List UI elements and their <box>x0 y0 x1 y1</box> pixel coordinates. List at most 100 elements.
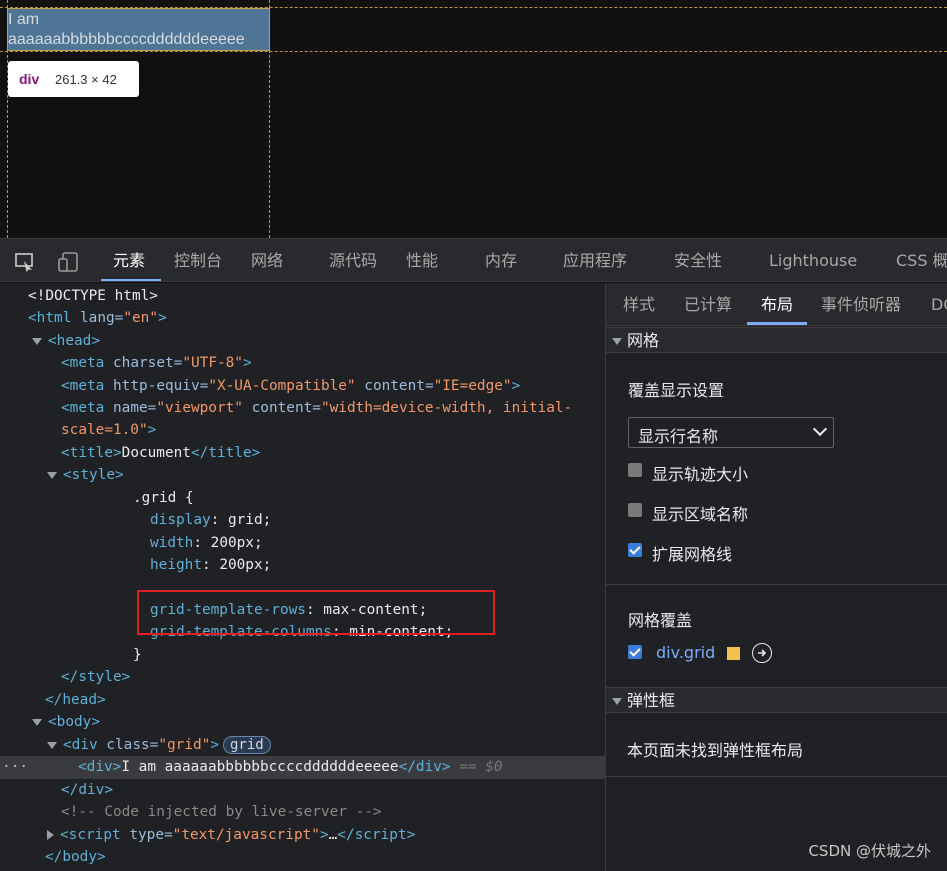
collapse-triangle-icon[interactable] <box>612 698 622 705</box>
css-decl-height: height: 200px; <box>150 557 272 573</box>
grid-section-header[interactable]: 网格 <box>606 327 947 353</box>
tree-line-head[interactable]: <head> <box>0 330 605 353</box>
tab-application[interactable]: 应用程序 <box>563 239 627 281</box>
meta-attr-value: "IE=edge" <box>433 378 512 394</box>
tree-line-title[interactable]: <title>Document</title> <box>0 442 605 465</box>
tree-line-html[interactable]: <html lang="en"> <box>0 307 605 330</box>
css-selector-line: .grid { <box>0 487 605 510</box>
tab-layout[interactable]: 布局 <box>761 283 793 325</box>
sidebar-pane: 样式 已计算 布局 事件侦听器 DO 网格 覆盖显示设置 显示行名称 显示轨迹大… <box>606 283 947 871</box>
tooltip-tag: div <box>19 71 40 87</box>
divider <box>606 584 947 585</box>
tree-line-comment[interactable]: <!-- Code injected by live-server --> <box>0 801 605 824</box>
css-close-line: } <box>0 644 605 667</box>
tree-line-body[interactable]: <body> <box>0 711 605 734</box>
grid-overlay-label: 网格覆盖 <box>628 611 693 630</box>
css-value: grid; <box>227 512 272 528</box>
tree-line-div-grid[interactable]: <div class="grid"> grid <box>0 734 605 757</box>
highlighted-text: I am aaaaaabbbbbbccccddddddeeeee <box>8 11 245 48</box>
reveal-in-tree-icon[interactable] <box>752 643 772 663</box>
tab-css-overview[interactable]: CSS 概 <box>896 239 947 281</box>
collapse-triangle-icon[interactable] <box>47 471 57 479</box>
css-decl-display: display: grid; <box>150 512 272 528</box>
tab-network[interactable]: 网络 <box>251 239 283 281</box>
body-open-tag: <body> <box>48 714 100 730</box>
tab-console[interactable]: 控制台 <box>174 239 222 281</box>
watermark: CSDN @伏城之外 <box>808 842 931 860</box>
css-decl-width: width: 200px; <box>150 535 263 551</box>
tab-event-listeners[interactable]: 事件侦听器 <box>821 283 901 325</box>
html-tag: html <box>36 310 72 326</box>
meta-attr-value: "X-UA-Compatible" <box>208 378 356 394</box>
row-name-select[interactable]: 显示行名称 <box>628 417 834 448</box>
meta-attr: name <box>113 400 148 416</box>
script-attr: type <box>129 827 164 843</box>
tooltip-dims: 261.3 × 42 <box>55 72 117 87</box>
tree-line-meta-compat[interactable]: <meta http-equiv="X-UA-Compatible" conte… <box>0 375 605 398</box>
extend-grid-lines-label: 扩展网格线 <box>652 545 733 564</box>
tab-dom-breakpoints[interactable]: DO <box>931 283 947 325</box>
show-area-names-checkbox[interactable] <box>628 503 642 517</box>
html-attr: lang <box>80 310 115 326</box>
html-attr-value: "en" <box>123 310 158 326</box>
grid-badge[interactable]: grid <box>222 736 271 754</box>
sidebar-tabs: 样式 已计算 布局 事件侦听器 DO <box>606 283 947 326</box>
tab-sources[interactable]: 源代码 <box>329 239 377 281</box>
tree-line-meta-charset[interactable]: <meta charset="UTF-8"> <box>0 352 605 375</box>
extend-grid-lines-checkbox[interactable] <box>628 543 642 557</box>
meta-attr: content <box>251 400 313 416</box>
no-flexbox-message: 本页面未找到弹性框布局 <box>627 741 804 760</box>
device-toolbar-icon[interactable] <box>58 251 80 273</box>
tab-styles[interactable]: 样式 <box>623 283 655 325</box>
div-grid-link[interactable]: div.grid <box>656 643 715 662</box>
flexbox-section-title: 弹性框 <box>627 691 676 710</box>
tree-line-style[interactable]: <style> <box>0 464 605 487</box>
show-track-sizes-checkbox[interactable] <box>628 463 642 477</box>
tree-line-div-close[interactable]: </div> <box>0 779 605 802</box>
tab-security[interactable]: 安全性 <box>674 239 722 281</box>
overlay-color-swatch[interactable] <box>727 647 740 660</box>
tree-line-div-selected[interactable]: ··· <div>I am aaaaaabbbbbbccccddddddeeeee… <box>0 756 605 779</box>
comment-text: <!-- Code injected by live-server --> <box>61 804 382 820</box>
elements-tree: <!DOCTYPE html> <html lang="en"> <head> … <box>0 283 605 871</box>
css-prop: display <box>150 512 211 528</box>
head-close-tag: </head> <box>45 692 106 708</box>
tree-line-meta-viewport-cont[interactable]: scale=1.0"> <box>0 419 605 442</box>
collapse-triangle-icon[interactable] <box>612 338 622 345</box>
meta-attr: http-equiv <box>113 378 200 394</box>
collapse-triangle-icon[interactable] <box>32 718 42 726</box>
tab-performance[interactable]: 性能 <box>406 239 438 281</box>
grid-section-title: 网格 <box>627 331 660 350</box>
tab-elements[interactable]: 元素 <box>113 239 145 281</box>
tree-line-doctype[interactable]: <!DOCTYPE html> <box>0 285 605 308</box>
tree-line-script[interactable]: <script type="text/javascript">…</script… <box>0 824 605 847</box>
more-dots-icon[interactable]: ··· <box>2 756 28 779</box>
inspect-element-icon[interactable] <box>14 251 36 273</box>
tab-lighthouse[interactable]: Lighthouse <box>769 239 857 281</box>
active-subtab-indicator <box>747 322 807 325</box>
overlay-settings-label: 覆盖显示设置 <box>628 381 725 400</box>
page-preview: I am aaaaaabbbbbbccccddddddeeeee div 261… <box>0 0 947 238</box>
expand-triangle-icon[interactable] <box>47 830 54 840</box>
div-grid-overlay-checkbox[interactable] <box>628 645 642 659</box>
flexbox-section-header[interactable]: 弹性框 <box>606 687 947 713</box>
tab-memory[interactable]: 内存 <box>485 239 517 281</box>
collapse-triangle-icon[interactable] <box>32 337 42 345</box>
css-value: 200px; <box>210 535 263 551</box>
css-prop: height <box>150 557 202 573</box>
tree-line-body-close[interactable]: </body> <box>0 846 605 869</box>
style-open-tag: <style> <box>63 467 124 483</box>
tab-computed[interactable]: 已计算 <box>684 283 732 325</box>
tree-line-style-close[interactable]: </style> <box>0 666 605 689</box>
css-value: 200px; <box>219 557 272 573</box>
show-track-sizes-label: 显示轨迹大小 <box>652 465 749 484</box>
meta-attr-value: "viewport" <box>156 400 243 416</box>
tree-line-meta-viewport[interactable]: <meta name="viewport" content="width=dev… <box>0 397 605 420</box>
css-selector: .grid { <box>133 490 194 506</box>
select-value: 显示行名称 <box>638 427 719 446</box>
meta-attr: content <box>364 378 425 394</box>
grid-line <box>0 51 947 52</box>
collapse-triangle-icon[interactable] <box>47 741 57 749</box>
tree-line-head-close[interactable]: </head> <box>0 689 605 712</box>
chevron-down-icon <box>812 421 828 437</box>
